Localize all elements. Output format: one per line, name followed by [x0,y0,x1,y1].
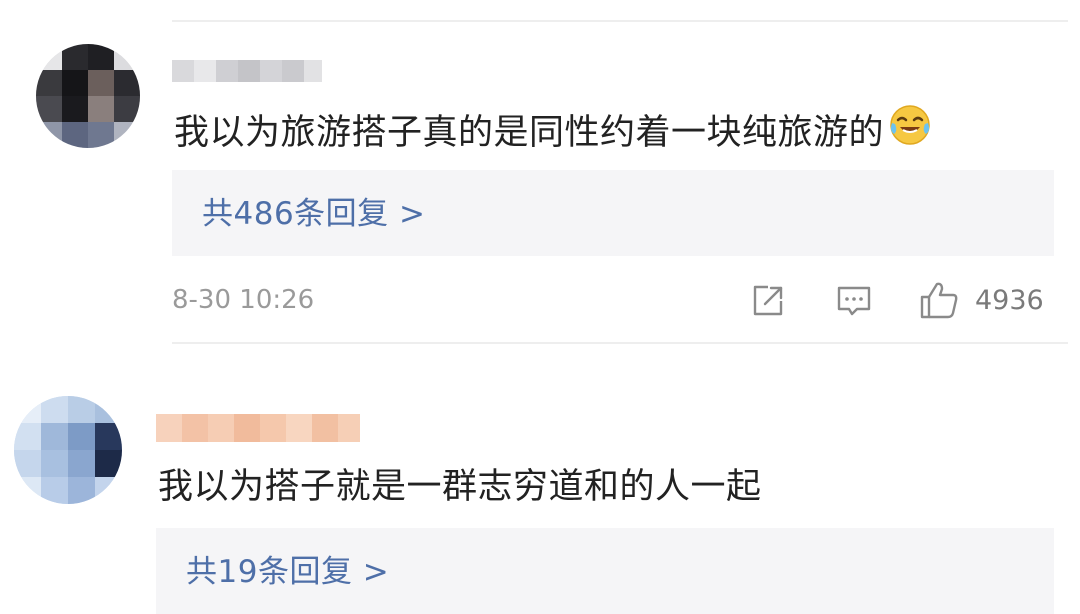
comment-divider [172,342,1068,344]
comment-timestamp: 8-30 10:26 [172,285,315,315]
avatar[interactable] [14,396,122,504]
view-replies-link[interactable]: 共486条回复 > [202,194,426,234]
comment-body: 我以为旅游搭子真的是同性约着一块纯旅游的 [174,113,885,153]
comment-text: 我以为搭子就是一群志穷道和的人一起 [158,467,762,507]
top-divider [172,20,1068,22]
share-icon[interactable] [750,283,786,319]
comment-text: 我以为旅游搭子真的是同性约着一块纯旅游的 [174,103,932,162]
avatar[interactable] [36,44,140,148]
laughing-crying-emoji-icon [888,103,932,159]
username-blurred[interactable] [156,410,360,446]
username-blurred[interactable] [172,56,322,86]
view-replies-link[interactable]: 共19条回复 > [186,552,389,592]
thumbs-up-icon[interactable] [918,280,960,320]
like-count: 4936 [975,285,1044,316]
comment-icon[interactable] [835,283,873,319]
